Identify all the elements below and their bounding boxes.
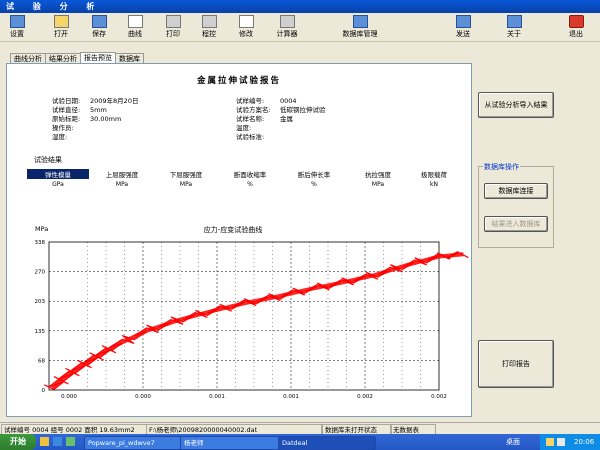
result-unit: MPa: [115, 181, 129, 188]
stress-strain-chart: 应力-应变试验曲线 MPa 0 68 135 203 270 338 0.000 0.000 0…: [35, 225, 469, 400]
program-control-button[interactable]: 程控: [196, 14, 222, 40]
result-header-upper-yield: 上屈服强度: [105, 171, 139, 179]
open-folder-icon: [53, 15, 69, 28]
print-icon: [165, 15, 181, 28]
settings-button[interactable]: 设置: [4, 14, 30, 40]
curve-button[interactable]: 曲线: [122, 14, 148, 40]
about-button[interactable]: 关于: [501, 14, 527, 40]
task-popware[interactable]: Popware_pi_wdwve7: [84, 436, 182, 450]
info-row: 原始标距: 30.00mm: [52, 115, 122, 123]
system-tray: 20:06: [540, 434, 600, 450]
print-report-button[interactable]: 打印报告: [478, 340, 554, 388]
send-icon: [455, 15, 471, 28]
x-tick-label: 0.000: [61, 394, 77, 400]
info-row: 试样名称: 金属: [236, 115, 293, 123]
start-button[interactable]: 开始: [0, 434, 36, 450]
info-row: 试验方案名: 低碳钢拉伸试验: [236, 106, 326, 114]
info-row: 温度:: [236, 124, 252, 132]
browser-icon[interactable]: [53, 437, 63, 446]
result-unit: %: [247, 181, 253, 188]
report-info-left: 试验日期: 2009年8月20日 试样直径: 5mm 原始标距: 30.00mm 操作…: [52, 97, 138, 142]
x-tick-label: 0.002: [357, 394, 373, 400]
open-button[interactable]: 打开: [48, 14, 74, 40]
print-button[interactable]: 打印: [160, 14, 186, 40]
y-tick-label: 0: [42, 388, 46, 394]
save-icon: [91, 15, 107, 28]
import-results-button[interactable]: 从试验分析导入结果: [478, 92, 554, 118]
x-tick-label: 0.002: [431, 394, 447, 400]
result-unit: kN: [430, 181, 438, 188]
info-row: 试样编号: 0004: [236, 97, 297, 105]
save-button[interactable]: 保存: [86, 14, 112, 40]
calculator-icon: [279, 15, 295, 28]
task-teacher-folder[interactable]: 杨老师: [180, 436, 280, 450]
db-connect-button[interactable]: 数据库连接: [484, 183, 548, 199]
database-operations-group: 数据库操作: [478, 162, 554, 248]
edit-button[interactable]: 修改: [233, 14, 259, 40]
info-row: 试验日期: 2009年8月20日: [52, 97, 139, 105]
chart-grid: [48, 241, 440, 391]
db-import-button[interactable]: 结果进入数据库: [484, 216, 548, 232]
speaker-icon[interactable]: [557, 438, 565, 446]
report-panel: 金属拉伸试验报告 试验日期: 2009年8月20日 试样直径: 5mm 原始标距: 3…: [6, 63, 472, 417]
y-tick-label: 203: [35, 299, 46, 305]
report-title: 金属拉伸试验报告: [196, 76, 281, 86]
curve-icon: [127, 15, 143, 28]
db-group-label: 数据库操作: [483, 162, 520, 172]
desktop-toolbar-label[interactable]: 桌面: [506, 437, 520, 447]
info-row: 试样直径: 5mm: [52, 106, 107, 114]
result-unit: MPa: [179, 181, 193, 188]
chart-title: 应力-应变试验曲线: [204, 225, 263, 234]
results-label: 试验结果: [34, 156, 62, 164]
window-title: 试 验 分 析: [6, 2, 103, 11]
y-tick-label: 135: [35, 329, 46, 335]
tray-icon[interactable]: [546, 438, 554, 446]
calculator-button[interactable]: 计算器: [272, 14, 302, 40]
plot-area: [48, 241, 440, 391]
send-button[interactable]: 发送: [450, 14, 476, 40]
x-tick-label: 0.001: [283, 394, 299, 400]
y-tick-label: 338: [35, 240, 46, 246]
report-info-right: 试样编号: 0004 试验方案名: 低碳钢拉伸试验 试样名称: 金属 温度: 试验标准…: [236, 97, 326, 142]
y-tick-label: 68: [38, 358, 45, 364]
database-manage-button[interactable]: 数据库管理: [337, 14, 383, 40]
quick-launch[interactable]: [40, 437, 80, 447]
result-header-max-load: 极限载荷: [421, 171, 447, 179]
result-header-elastic-modulus[interactable]: 弹性模量: [27, 169, 89, 179]
result-unit: %: [311, 181, 317, 188]
info-row: 试验标准:: [236, 133, 265, 141]
exit-icon: [568, 15, 584, 28]
x-tick-label: 0.000: [135, 394, 151, 400]
result-header-area-reduction: 断面收缩率: [233, 171, 267, 179]
clock: 20:06: [574, 438, 595, 446]
result-header-elongation: 断后伸长率: [297, 171, 331, 179]
task-datdeal[interactable]: Datdeal: [278, 436, 376, 450]
y-tick-label: 270: [35, 270, 46, 276]
exit-button[interactable]: 退出: [563, 14, 589, 40]
y-axis-label: MPa: [35, 225, 48, 233]
desktop-icon[interactable]: [40, 437, 49, 446]
result-unit: MPa: [371, 181, 385, 188]
database-icon: [352, 15, 368, 28]
result-header-tensile-strength: 抗拉强度: [365, 171, 391, 179]
info-row: 湿度:: [52, 133, 68, 141]
media-icon[interactable]: [66, 437, 76, 446]
info-row: 操作员:: [52, 124, 74, 132]
result-unit: GPa: [52, 181, 64, 188]
edit-icon: [238, 15, 254, 28]
settings-icon: [9, 15, 25, 28]
x-tick-label: 0.001: [209, 394, 225, 400]
program-control-icon: [201, 15, 217, 28]
toolbar: 设置 打开 保存 曲线 打印 程控 修改 计算器 数据库管理 发送 关于 退出: [0, 13, 600, 42]
about-icon: [506, 15, 522, 28]
taskbar: 开始 Popware_pi_wdwve7 杨老师 Datdeal 桌面 20:0…: [0, 434, 600, 450]
title-bar: 试 验 分 析: [0, 0, 600, 13]
result-header-lower-yield: 下屈服强度: [169, 171, 203, 179]
